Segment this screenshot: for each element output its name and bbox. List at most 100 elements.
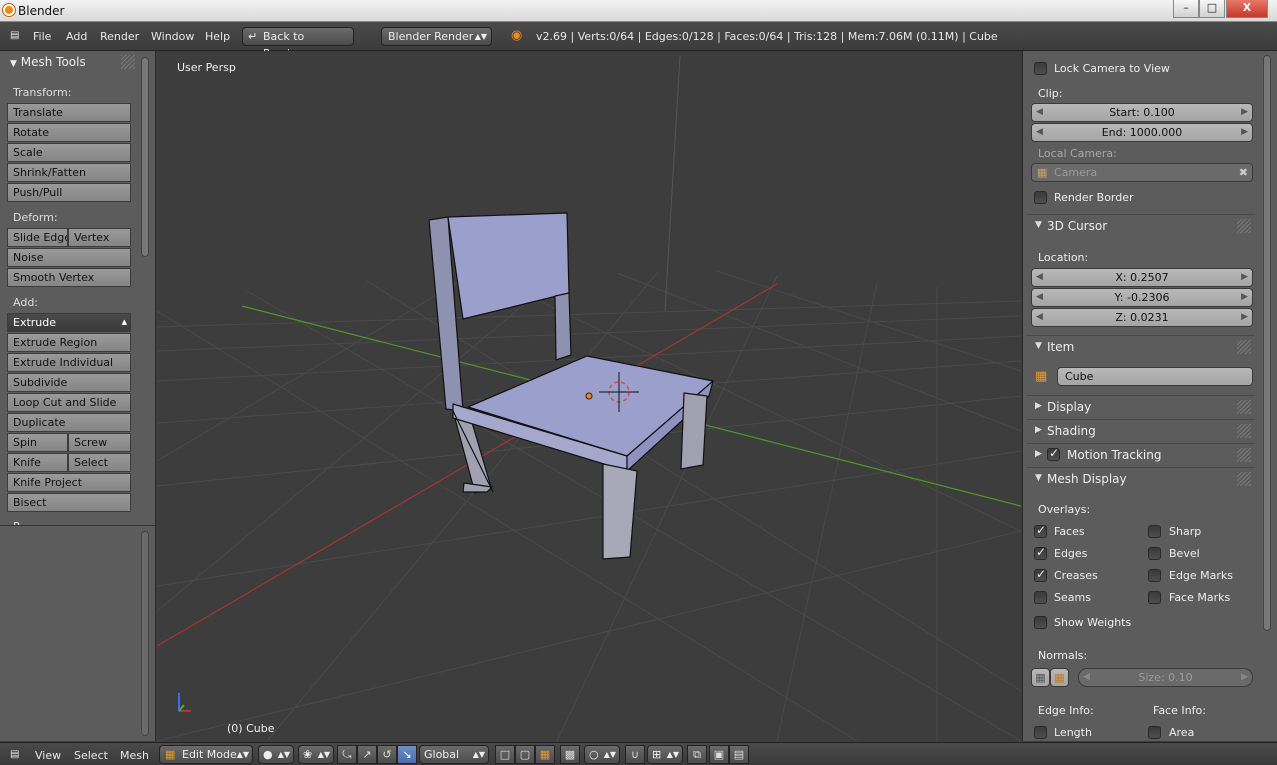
scale-manipulator-button[interactable]: ↘ <box>397 745 417 764</box>
item-panel-header[interactable]: ▼ Item <box>1027 335 1255 358</box>
menu-render[interactable]: Render <box>100 30 139 43</box>
cursor-y-field[interactable]: ◀ Y: -0.2306 ▶ <box>1031 288 1253 307</box>
sharp-label: Sharp <box>1169 525 1202 538</box>
maximize-button[interactable]: □ <box>1199 0 1225 18</box>
menu-help[interactable]: Help <box>205 30 230 43</box>
extrude-region-button[interactable]: Extrude Region <box>7 333 131 352</box>
bevel-checkbox[interactable] <box>1148 547 1161 560</box>
back-to-previous-button[interactable]: ↵ Back to Previous <box>242 27 354 60</box>
screw-button[interactable]: Screw <box>68 433 131 452</box>
copy-layers-button[interactable]: ⧉ <box>687 745 707 764</box>
translate-manipulator-button[interactable]: ↗ <box>357 745 377 764</box>
operator-scrollbar[interactable] <box>141 531 149 736</box>
vertex-normals-toggle[interactable]: ▦ <box>1031 668 1050 687</box>
editor-type-icon[interactable]: ▤ <box>10 30 19 41</box>
motion-tracking-checkbox[interactable] <box>1047 446 1060 461</box>
spin-button[interactable]: Spin <box>7 433 68 452</box>
subdivide-button[interactable]: Subdivide <box>7 373 131 392</box>
properties-scrollbar[interactable] <box>1263 55 1271 631</box>
extrude-individual-button[interactable]: Extrude Individual <box>7 353 131 372</box>
vertex-slide-button[interactable]: Vertex <box>68 228 131 247</box>
knife-project-button[interactable]: Knife Project <box>7 473 131 492</box>
menu-mesh[interactable]: Mesh <box>120 749 149 762</box>
display-panel-header[interactable]: ▶ Display <box>1027 395 1255 418</box>
mesh-display-panel-header[interactable]: ▼ Mesh Display <box>1027 467 1255 490</box>
rotate-manipulator-button[interactable]: ↺ <box>377 745 397 764</box>
shading-panel-header[interactable]: ▶ Shading <box>1027 419 1255 442</box>
render-border-checkbox[interactable] <box>1034 191 1047 204</box>
object-name-field[interactable]: Cube <box>1057 367 1253 386</box>
knife-select-button[interactable]: Select <box>68 453 131 472</box>
creases-checkbox[interactable] <box>1034 567 1047 582</box>
panel-grip-icon[interactable] <box>1237 448 1251 462</box>
opengl-animation-button[interactable]: ▤ <box>729 745 749 764</box>
loop-cut-button[interactable]: Loop Cut and Slide <box>7 393 131 412</box>
editor-type-icon[interactable]: ▤ <box>10 749 19 760</box>
mesh-tools-title[interactable]: ▼ Mesh Tools <box>10 55 86 69</box>
cursor-z-field[interactable]: ◀ Z: 0.0231 ▶ <box>1031 308 1253 327</box>
slide-edge-button[interactable]: Slide Edge <box>7 228 68 247</box>
cursor-x-field[interactable]: ◀ X: 0.2507 ▶ <box>1031 268 1253 287</box>
object-origin-icon[interactable] <box>585 392 593 400</box>
face-select-button[interactable]: ▦ <box>535 745 555 764</box>
lock-camera-checkbox[interactable] <box>1034 62 1047 75</box>
manipulator-toggle[interactable]: ⤿ <box>337 745 357 764</box>
clip-end-field[interactable]: ◀ End: 1000.000 ▶ <box>1031 123 1253 142</box>
shading-select[interactable]: ● ▲▼ <box>258 745 294 764</box>
transform-label: Transform: <box>13 86 72 99</box>
face-marks-checkbox[interactable] <box>1148 591 1161 604</box>
edge-length-checkbox[interactable] <box>1034 726 1047 739</box>
menu-view[interactable]: View <box>35 749 61 762</box>
noise-button[interactable]: Noise <box>7 248 131 267</box>
smooth-vertex-button[interactable]: Smooth Vertex <box>7 268 131 287</box>
render-engine-select[interactable]: Blender Render ▲▼ <box>381 27 492 46</box>
toolshelf-scrollbar[interactable] <box>141 57 149 257</box>
minimize-button[interactable]: – <box>1173 0 1199 18</box>
panel-grip-icon[interactable] <box>1237 219 1251 233</box>
show-weights-checkbox[interactable] <box>1034 616 1047 629</box>
edge-marks-checkbox[interactable] <box>1148 569 1161 582</box>
faces-checkbox[interactable] <box>1034 523 1047 538</box>
pivot-select[interactable]: ❀ ▲▼ <box>298 745 334 764</box>
clip-start-field[interactable]: ◀ Start: 0.100 ▶ <box>1031 103 1253 122</box>
panel-grip-icon[interactable] <box>1237 340 1251 354</box>
clear-icon[interactable]: ✖ <box>1239 164 1248 181</box>
occlude-geometry-button[interactable]: ▩ <box>560 745 580 764</box>
normals-size-field[interactable]: ◀ Size: 0.10 ▶ <box>1078 668 1253 687</box>
face-area-checkbox[interactable] <box>1148 726 1161 739</box>
sharp-checkbox[interactable] <box>1148 525 1161 538</box>
rotate-button[interactable]: Rotate <box>7 123 131 142</box>
seams-checkbox[interactable] <box>1034 591 1047 604</box>
panel-grip-icon[interactable] <box>1237 472 1251 486</box>
menu-file[interactable]: File <box>33 30 51 43</box>
local-camera-field[interactable]: ▦ Camera ✖ <box>1031 163 1253 182</box>
snap-toggle[interactable]: ∪ <box>625 745 645 764</box>
duplicate-button[interactable]: Duplicate <box>7 413 131 432</box>
shrink-fatten-button[interactable]: Shrink/Fatten <box>7 163 131 182</box>
panel-grip-icon[interactable] <box>1237 424 1251 438</box>
panel-grip-icon[interactable] <box>121 55 135 69</box>
scale-button[interactable]: Scale <box>7 143 131 162</box>
edge-select-button[interactable]: ▢ <box>515 745 535 764</box>
menu-window[interactable]: Window <box>151 30 194 43</box>
bisect-button[interactable]: Bisect <box>7 493 131 512</box>
translate-button[interactable]: Translate <box>7 103 131 122</box>
menu-add[interactable]: Add <box>66 30 87 43</box>
motion-tracking-panel-header[interactable]: ▶Motion Tracking <box>1027 443 1255 466</box>
3d-viewport[interactable]: User Persp (0) Cube <box>157 51 1021 741</box>
push-pull-button[interactable]: Push/Pull <box>7 183 131 202</box>
3d-cursor-panel-header[interactable]: ▼ 3D Cursor <box>1027 214 1255 237</box>
orientation-select[interactable]: Global ▲▼ <box>419 745 489 764</box>
close-button[interactable]: X <box>1226 0 1268 18</box>
face-normals-toggle[interactable]: ▦ <box>1050 668 1069 687</box>
knife-button[interactable]: Knife <box>7 453 68 472</box>
opengl-render-button[interactable]: ▣ <box>709 745 729 764</box>
mode-select[interactable]: ▦ Edit Mode ▲▼ <box>159 745 253 764</box>
panel-grip-icon[interactable] <box>1237 400 1251 414</box>
proportional-edit-select[interactable]: ○ ▲▼ <box>584 745 620 764</box>
edges-checkbox[interactable] <box>1034 545 1047 560</box>
vertex-select-button[interactable]: □ <box>495 745 515 764</box>
snap-element-select[interactable]: ⊞ ▲▼ <box>647 745 683 764</box>
menu-select[interactable]: Select <box>74 749 108 762</box>
extrude-menu-button[interactable]: Extrude ▲ <box>7 313 131 332</box>
